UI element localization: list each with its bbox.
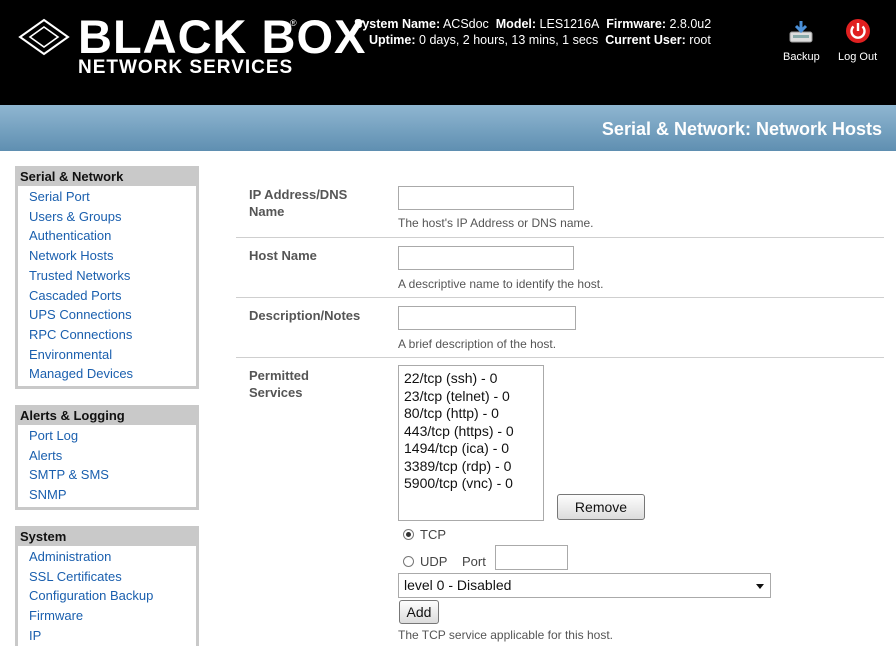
brand-name: BLACK BOX (78, 10, 367, 63)
current-user-value: root (689, 33, 711, 47)
permitted-services-label: Permitted Services (249, 368, 309, 400)
nav-section-system: System Administration SSL Certificates C… (15, 526, 199, 659)
uptime-label: Uptime: (369, 33, 416, 47)
service-option[interactable]: 22/tcp (ssh) - 0 (404, 370, 538, 388)
service-footer-help: The TCP service applicable for this host… (398, 628, 613, 642)
tcp-radio[interactable] (403, 529, 414, 540)
sidebar-item-port-log[interactable]: Port Log (18, 426, 196, 446)
power-icon (845, 19, 870, 43)
firmware-label: Firmware: (606, 17, 667, 31)
top-header: BLACK BOX ® NETWORK SERVICES System Name… (0, 0, 896, 105)
chevron-down-icon (756, 584, 764, 589)
uptime-value: 0 days, 2 hours, 13 mins, 1 secs (419, 33, 599, 47)
service-option[interactable]: 1494/tcp (ica) - 0 (404, 440, 538, 458)
udp-radio[interactable] (403, 556, 414, 567)
page-title-bar: Serial & Network: Network Hosts (0, 105, 896, 151)
brand-subtitle: NETWORK SERVICES (78, 57, 294, 78)
sidebar-item-managed-devices[interactable]: Managed Devices (18, 364, 196, 384)
service-option[interactable]: 23/tcp (telnet) - 0 (404, 388, 538, 406)
sidebar-item-environmental[interactable]: Environmental (18, 345, 196, 365)
sidebar-item-configuration-backup[interactable]: Configuration Backup (18, 586, 196, 606)
registered-mark: ® (290, 18, 297, 28)
sidebar-item-smtp-sms[interactable]: SMTP & SMS (18, 465, 196, 485)
nav-section-title: Serial & Network (20, 169, 124, 184)
service-option[interactable]: 443/tcp (https) - 0 (404, 423, 538, 441)
port-label: Port (462, 554, 486, 569)
ip-address-label: IP Address/DNS Name (249, 187, 348, 219)
description-input[interactable] (398, 306, 576, 330)
logout-button[interactable]: Log Out (838, 18, 877, 63)
ip-address-help: The host's IP Address or DNS name. (398, 216, 594, 230)
model-value: LES1216A (539, 17, 600, 31)
nav-section-alerts-logging: Alerts & Logging Port Log Alerts SMTP & … (15, 405, 199, 510)
diamond-logo-icon (18, 18, 70, 56)
sidebar-item-users-groups[interactable]: Users & Groups (18, 207, 196, 227)
sidebar-item-administration[interactable]: Administration (18, 547, 196, 567)
port-input[interactable] (495, 545, 568, 570)
service-option[interactable]: 80/tcp (http) - 0 (404, 405, 538, 423)
sidebar-item-rpc-connections[interactable]: RPC Connections (18, 325, 196, 345)
sidebar-item-ip[interactable]: IP (18, 626, 196, 646)
host-name-input[interactable] (398, 246, 574, 270)
host-name-help: A descriptive name to identify the host. (398, 277, 604, 291)
current-user-label: Current User: (605, 33, 686, 47)
page-title: Serial & Network: Network Hosts (601, 119, 882, 139)
tcp-label: TCP (420, 527, 446, 542)
sidebar-item-network-hosts[interactable]: Network Hosts (18, 246, 196, 266)
sidebar-item-firmware[interactable]: Firmware (18, 606, 196, 626)
nav-section-serial-network: Serial & Network Serial Port Users & Gro… (15, 166, 199, 390)
sidebar-item-snmp[interactable]: SNMP (18, 485, 196, 505)
ip-address-input[interactable] (398, 186, 574, 210)
remove-button[interactable]: Remove (557, 494, 645, 520)
form-row-description: Description/Notes A brief description of… (236, 298, 884, 358)
form-row-ip: IP Address/DNS Name The host's IP Addres… (236, 180, 884, 238)
nav-section-title: System (20, 529, 67, 544)
sidebar-item-authentication[interactable]: Authentication (18, 226, 196, 246)
logout-label: Log Out (838, 51, 878, 63)
sidebar-item-cascaded-ports[interactable]: Cascaded Ports (18, 286, 196, 306)
nav-section-title: Alerts & Logging (20, 408, 125, 423)
model-label: Model: (495, 17, 537, 31)
form-row-hostname: Host Name A descriptive name to identify… (236, 238, 884, 298)
sidebar-item-ssl-certificates[interactable]: SSL Certificates (18, 567, 196, 587)
sidebar-item-alerts[interactable]: Alerts (18, 446, 196, 466)
description-help: A brief description of the host. (398, 337, 557, 351)
service-option[interactable]: 5900/tcp (vnc) - 0 (404, 475, 538, 493)
firmware-value: 2.8.0u2 (669, 17, 712, 31)
sidebar-item-trusted-networks[interactable]: Trusted Networks (18, 266, 196, 286)
host-name-label: Host Name (249, 248, 317, 263)
service-option[interactable]: 3389/tcp (rdp) - 0 (404, 458, 538, 476)
backup-icon (789, 21, 813, 43)
log-level-select[interactable]: level 0 - Disabled (398, 573, 771, 598)
log-level-value: level 0 - Disabled (404, 577, 512, 593)
sidebar-item-ups-connections[interactable]: UPS Connections (18, 305, 196, 325)
system-name-value: ACSdoc (442, 17, 489, 31)
udp-label: UDP (420, 554, 448, 569)
backup-button[interactable]: Backup (783, 18, 820, 63)
system-info: System Name: ACSdoc Model: LES1216A Firm… (354, 16, 711, 48)
system-name-label: System Name: (354, 17, 441, 31)
permitted-services-list[interactable]: 22/tcp (ssh) - 0 23/tcp (telnet) - 0 80/… (398, 365, 544, 521)
sidebar-item-serial-port[interactable]: Serial Port (18, 187, 196, 207)
description-label: Description/Notes (249, 308, 361, 323)
backup-label: Backup (783, 51, 820, 63)
add-button[interactable]: Add (399, 600, 439, 624)
